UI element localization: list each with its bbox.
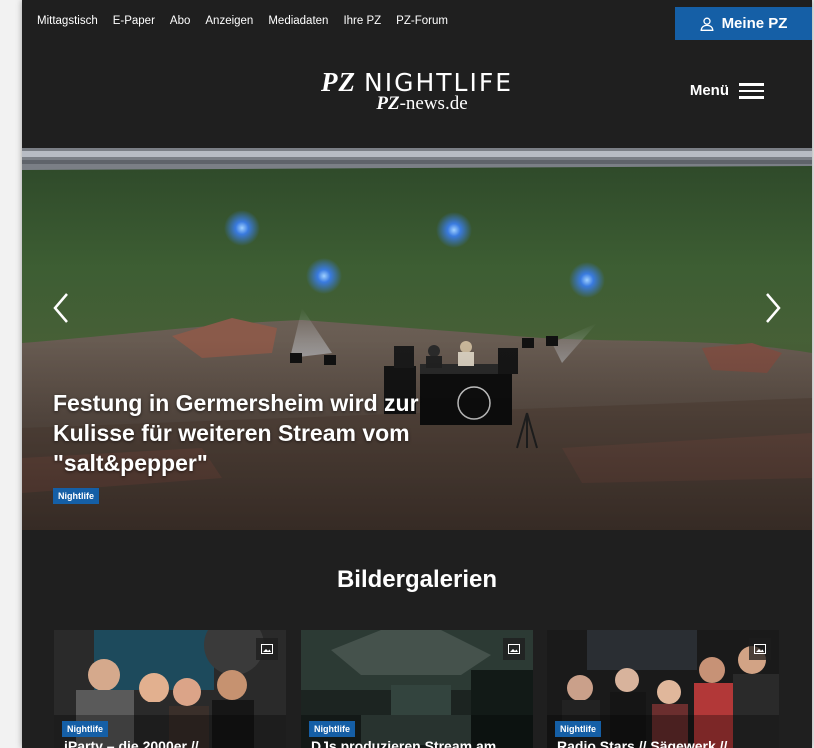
gallery-card[interactable]: Nightlife iParty – die 2000er // (54, 630, 286, 748)
top-nav-link-mediadaten[interactable]: Mediadaten (268, 15, 328, 27)
chevron-left-icon (53, 293, 68, 323)
top-nav-link-anzeigen[interactable]: Anzeigen (205, 15, 253, 27)
gallery-card-title[interactable]: DJs produzieren Stream am (311, 738, 496, 748)
gallery-card-badge[interactable]: Nightlife (62, 721, 108, 737)
gallery-image-icon (503, 638, 525, 660)
gallery-card-title[interactable]: iParty – die 2000er // (64, 738, 199, 748)
chevron-right-icon (766, 293, 781, 323)
top-nav-link-abo[interactable]: Abo (170, 15, 190, 27)
top-nav-link-epaper[interactable]: E-Paper (113, 15, 155, 27)
gallery-card-badge[interactable]: Nightlife (309, 721, 355, 737)
hamburger-icon (739, 82, 764, 99)
gallery-card[interactable]: Nightlife DJs produzieren Stream am (301, 630, 533, 748)
top-nav-link-pz-forum[interactable]: PZ-Forum (396, 15, 448, 27)
hero-category-badge[interactable]: Nightlife (53, 488, 99, 504)
page: Mittagstisch E-Paper Abo Anzeigen Mediad… (22, 0, 812, 748)
gallery-image-icon (256, 638, 278, 660)
hero-headline[interactable]: Festung in Germersheim wird zur Kulisse … (53, 388, 433, 478)
user-icon (700, 17, 714, 31)
gallery-card-badge[interactable]: Nightlife (555, 721, 601, 737)
meine-pz-button[interactable]: Meine PZ (675, 7, 812, 40)
top-bar: Mittagstisch E-Paper Abo Anzeigen Mediad… (22, 0, 812, 42)
hero-slider[interactable]: Festung in Germersheim wird zur Kulisse … (22, 148, 812, 530)
logo-site-suffix: -news.de (399, 93, 468, 114)
top-nav-link-mittagstisch[interactable]: Mittagstisch (37, 15, 98, 27)
slider-next-arrow[interactable] (757, 288, 787, 328)
logo-brand: PZ (321, 67, 356, 97)
slider-prev-arrow[interactable] (47, 288, 77, 328)
menu-label: Menü (689, 82, 729, 99)
top-nav-link-ihre-pz[interactable]: Ihre PZ (343, 15, 381, 27)
gallery-card-title[interactable]: Radio Stars // Sägewerk // (557, 738, 727, 748)
gallery-card[interactable]: Nightlife Radio Stars // Sägewerk // (547, 630, 779, 748)
logo-site-prefix: PZ (376, 93, 400, 114)
meine-pz-label: Meine PZ (721, 15, 788, 32)
section-heading: Bildergalerien (336, 566, 498, 593)
top-nav: Mittagstisch E-Paper Abo Anzeigen Mediad… (37, 15, 463, 27)
menu-button[interactable]: Menü (690, 82, 764, 99)
gallery-image-icon (749, 638, 771, 660)
